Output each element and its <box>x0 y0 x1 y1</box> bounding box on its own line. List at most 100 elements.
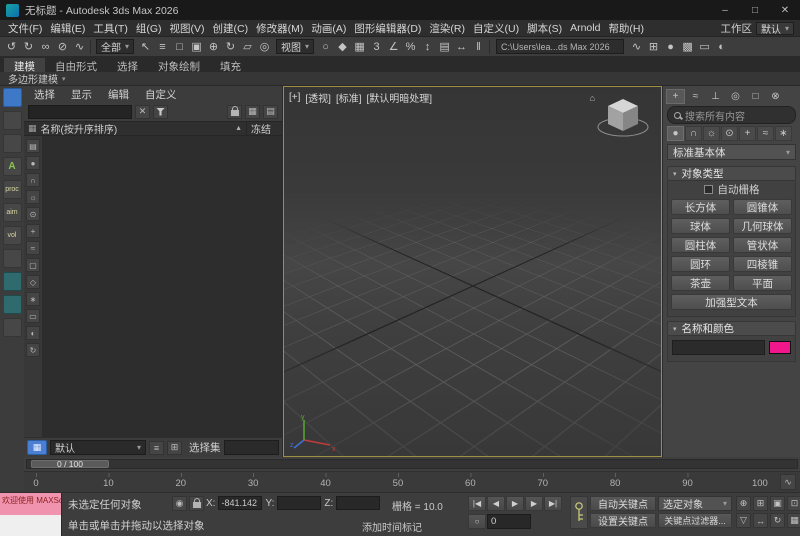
primitive-button[interactable]: 加强型文本 <box>671 294 792 310</box>
primitive-button[interactable]: 几何球体 <box>733 218 792 234</box>
selection-filter-dropdown[interactable]: 全部 <box>96 39 134 54</box>
primitive-button[interactable]: 平面 <box>733 275 792 291</box>
rectangular-selection-region-icon[interactable]: □ <box>171 39 188 55</box>
time-slider-track[interactable]: 0 / 100 <box>26 459 798 469</box>
window-crossing-icon[interactable]: ▣ <box>188 39 205 55</box>
se-sync-icon[interactable]: ↻ <box>26 343 40 357</box>
helpers-category-icon[interactable]: + <box>739 126 756 141</box>
orbit-icon[interactable]: ↻ <box>770 513 785 528</box>
zoom-icon[interactable]: ⊕ <box>736 496 751 511</box>
close-button[interactable]: ✕ <box>770 0 800 20</box>
goto-end-button[interactable]: ▶| <box>544 496 562 511</box>
se-display-shapes-icon[interactable]: ∩ <box>26 173 40 187</box>
dock-aim-icon[interactable]: aim <box>3 203 22 222</box>
utilities-tab-icon[interactable]: ⊗ <box>766 89 785 104</box>
menu-item[interactable]: 帮助(H) <box>604 21 648 36</box>
set-key-button[interactable]: 设置关键点 <box>590 513 656 528</box>
primitive-button[interactable]: 茶壶 <box>671 275 730 291</box>
primitive-button[interactable]: 球体 <box>671 218 730 234</box>
dock-proc-icon[interactable]: proc <box>3 180 22 199</box>
render-production-icon[interactable]: ◐ <box>713 39 730 55</box>
menu-item[interactable]: Arnold <box>566 22 604 34</box>
spinner-snap-icon[interactable]: ↕ <box>419 39 436 55</box>
angle-snap-icon[interactable]: ∠ <box>385 39 402 55</box>
menu-item[interactable]: 编辑(E) <box>46 21 89 36</box>
isolate-selection-icon[interactable]: ◉ <box>172 496 187 511</box>
dock-icon-9[interactable] <box>3 272 22 291</box>
object-color-swatch[interactable] <box>769 341 791 354</box>
dock-a-icon[interactable]: A <box>3 157 22 176</box>
column-header-frozen[interactable]: 冻结 <box>246 121 278 136</box>
listener-row[interactable] <box>0 515 61 536</box>
filter-funnel-icon[interactable] <box>153 105 168 119</box>
ribbon-subpanel-label[interactable]: 多边形建模 <box>8 71 58 86</box>
se-display-lights-icon[interactable]: ☼ <box>26 190 40 204</box>
se-display-helpers-icon[interactable]: + <box>26 224 40 238</box>
lights-category-icon[interactable]: ☼ <box>703 126 720 141</box>
workspace-dropdown[interactable]: 默认 <box>756 22 794 35</box>
z-field[interactable] <box>336 496 380 510</box>
snap-toggle-icon[interactable]: 3 <box>368 39 385 55</box>
explorer-pick-icon[interactable]: ▤ <box>263 105 278 119</box>
zoom-all-icon[interactable]: ⊞ <box>753 496 768 511</box>
shapes-category-icon[interactable]: ∩ <box>685 126 702 141</box>
y-field[interactable] <box>277 496 321 510</box>
lock-icon[interactable] <box>227 105 242 119</box>
header-grid-icon[interactable]: ▦ <box>28 123 37 134</box>
dock-icon-10[interactable] <box>3 295 22 314</box>
selected-filter-dropdown[interactable]: 选定对象 <box>658 496 732 511</box>
mini-curve-editor-button[interactable]: ∿ <box>780 474 796 490</box>
perspective-viewport[interactable]: [+] [透视] [标准] [默认明暗处理] ⌂ x y z <box>283 86 662 457</box>
column-header-name[interactable]: 名称(按升序排序) <box>41 121 232 136</box>
scene-explorer-menu[interactable]: 显示 <box>63 87 100 102</box>
grid-view-icon[interactable]: ⊞ <box>167 441 182 455</box>
ribbon-tab-freeform[interactable]: 自由形式 <box>45 58 107 72</box>
se-display-groups-icon[interactable]: ▢ <box>26 258 40 272</box>
menu-item[interactable]: 工具(T) <box>89 21 131 36</box>
cameras-category-icon[interactable]: ⊙ <box>721 126 738 141</box>
x-field[interactable]: -841.142 <box>218 496 262 510</box>
modify-tab-icon[interactable]: ≈ <box>686 89 705 104</box>
explorer-settings-icon[interactable]: ▦ <box>245 105 260 119</box>
play-button[interactable]: ▶ <box>506 496 524 511</box>
selection-lock-icon[interactable] <box>189 496 204 511</box>
named-selection-sets-icon[interactable]: ▤ <box>436 39 453 55</box>
se-display-bones-icon[interactable]: ∗ <box>26 292 40 306</box>
pan-icon[interactable]: ↔ <box>753 513 768 528</box>
ribbon-tab-object-paint[interactable]: 对象绘制 <box>148 58 210 72</box>
primitive-button[interactable]: 圆柱体 <box>671 237 730 253</box>
menu-item[interactable]: 组(G) <box>132 21 166 36</box>
ribbon-tab-modeling[interactable]: 建模 <box>4 58 45 72</box>
menu-item[interactable]: 修改器(M) <box>252 21 307 36</box>
percent-snap-icon[interactable]: % <box>402 39 419 55</box>
geometry-category-icon[interactable]: ● <box>667 126 684 141</box>
maximize-viewport-icon[interactable]: ▦ <box>787 513 800 528</box>
se-display-geometry-icon[interactable]: ● <box>26 156 40 170</box>
ribbon-tab-selection[interactable]: 选择 <box>107 58 148 72</box>
select-and-manipulate-icon[interactable]: ◆ <box>334 39 351 55</box>
viewport-shading-menu[interactable]: [默认明暗处理] <box>367 90 433 105</box>
auto-key-button[interactable]: 自动关键点 <box>590 496 656 511</box>
systems-category-icon[interactable]: ∗ <box>775 126 792 141</box>
field-of-view-icon[interactable]: ▽ <box>736 513 751 528</box>
motion-tab-icon[interactable]: ◎ <box>726 89 745 104</box>
subcategory-dropdown[interactable]: 标准基本体 <box>667 144 796 160</box>
reference-coordinate-dropdown[interactable]: 视图 <box>276 39 314 54</box>
select-and-link-icon[interactable]: ∞ <box>37 39 54 55</box>
menu-item[interactable]: 脚本(S) <box>523 21 566 36</box>
maximize-button[interactable]: □ <box>740 0 770 20</box>
zoom-region-icon[interactable]: ⊡ <box>787 496 800 511</box>
dock-icon-8[interactable] <box>3 249 22 268</box>
edit-named-selections-button[interactable]: ▦ <box>27 440 47 455</box>
primitive-button[interactable]: 圆锥体 <box>733 199 792 215</box>
display-tab-icon[interactable]: □ <box>746 89 765 104</box>
autogrid-checkbox[interactable] <box>704 185 713 194</box>
primitive-button[interactable]: 四棱锥 <box>733 256 792 272</box>
scene-explorer-search-input[interactable] <box>28 105 132 119</box>
use-pivot-center-icon[interactable]: ○ <box>317 39 334 55</box>
current-frame-field[interactable]: 0 <box>487 514 531 529</box>
scene-explorer-menu[interactable]: 编辑 <box>100 87 137 102</box>
menu-item[interactable]: 动画(A) <box>307 21 350 36</box>
primitive-button[interactable]: 长方体 <box>671 199 730 215</box>
dock-icon-2[interactable] <box>3 111 22 130</box>
